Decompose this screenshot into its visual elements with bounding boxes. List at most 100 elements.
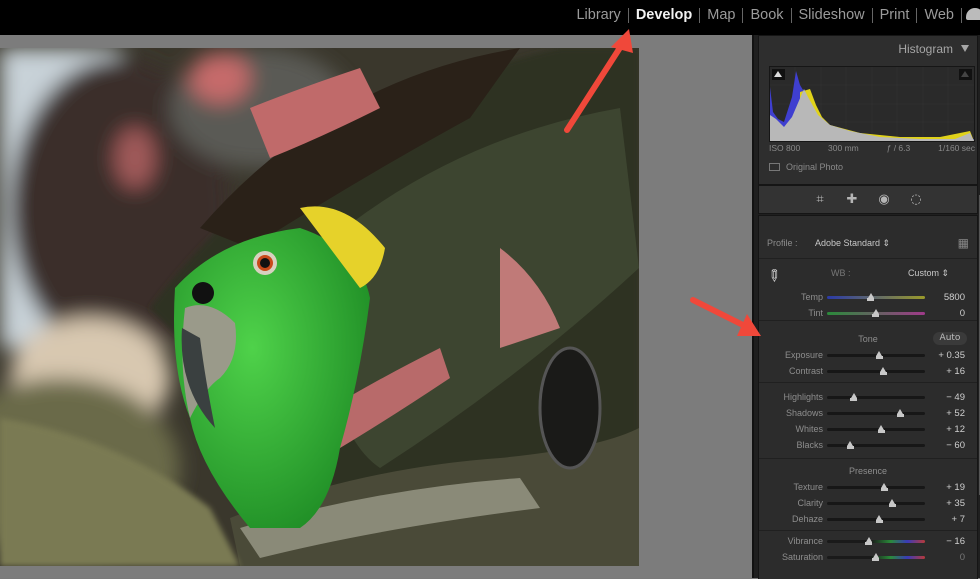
tool-strip: ⌗ ✚ ◉ ◌ [758,185,978,214]
blacks-value[interactable]: − 60 [946,440,965,451]
healing-icon[interactable]: ✚ [843,191,861,209]
highlights-value[interactable]: − 49 [946,392,965,403]
divider [759,320,977,321]
original-photo-label: Original Photo [786,162,844,172]
separator [961,7,962,23]
tint-slider[interactable] [827,309,925,317]
shadows-label: Shadows [785,408,823,418]
saturation-label: Saturation [781,552,823,562]
blacks-label: Blacks [796,440,823,450]
highlights-label: Highlights [783,392,823,402]
dehaze-slider[interactable] [827,515,925,523]
saturation-value[interactable]: 0 [960,552,965,563]
temp-value[interactable]: 5800 [944,292,965,303]
whites-label: Whites [795,424,823,434]
texture-slider-thumb[interactable] [880,483,888,491]
collapse-triangle-icon[interactable] [961,45,969,52]
whites-slider-thumb[interactable] [877,425,885,433]
texture-slider[interactable] [827,483,925,491]
wb-label: WB : [831,268,851,278]
texture-label: Texture [793,482,823,492]
vibrance-label: Vibrance [787,536,823,546]
tint-slider-thumb[interactable] [872,309,879,317]
profile-label: Profile : [767,238,798,248]
vibrance-slider[interactable] [827,537,925,545]
contrast-value[interactable]: + 16 [946,366,965,377]
module-web[interactable]: Web [917,7,961,23]
exif-info: ISO 800 300 mm ƒ / 6.3 1/160 sec [769,143,975,153]
saturation-slider[interactable] [827,553,925,561]
iso-value: ISO 800 [769,143,801,153]
blacks-slider[interactable] [827,441,925,449]
tint-value[interactable]: 0 [960,308,965,319]
module-map[interactable]: Map [700,7,742,23]
checkbox-icon[interactable] [769,163,780,171]
vibrance-slider-thumb[interactable] [865,537,873,545]
module-print[interactable]: Print [873,7,917,23]
highlight-clipping-icon[interactable] [959,69,972,80]
clarity-value[interactable]: + 35 [946,498,965,509]
crop-icon[interactable]: ⌗ [811,191,829,209]
shadows-slider-thumb[interactable] [896,409,904,417]
highlights-slider[interactable] [827,393,925,401]
whites-slider[interactable] [827,425,925,433]
focal-length: 300 mm [828,143,859,153]
texture-value[interactable]: + 19 [946,482,965,493]
module-picker-bar: Library Develop Map Book Slideshow Print… [0,0,980,35]
clarity-slider[interactable] [827,499,925,507]
whites-value[interactable]: + 12 [946,424,965,435]
shadow-clipping-icon[interactable] [772,69,785,80]
clarity-label: Clarity [797,498,823,508]
wb-select[interactable]: Custom ⇕ [908,268,949,279]
dehaze-slider-thumb[interactable] [875,515,883,523]
dehaze-label: Dehaze [791,514,823,524]
divider [759,382,977,383]
saturation-slider-thumb[interactable] [872,553,879,561]
blacks-slider-thumb[interactable] [846,441,854,449]
develop-right-panel: Histogram ISO 800 300 mm ƒ / 6.3 1/160 s… [752,35,980,579]
module-develop[interactable]: Develop [629,7,699,23]
highlights-slider-thumb[interactable] [850,393,858,401]
photo-graphic [0,48,639,566]
divider [759,258,977,259]
module-library[interactable]: Library [569,7,627,23]
histogram-panel: Histogram ISO 800 300 mm ƒ / 6.3 1/160 s… [758,35,978,185]
parrot-photo[interactable] [0,48,639,566]
masking-icon[interactable]: ◌ [907,191,925,209]
cloud-icon[interactable] [966,8,980,20]
basic-panel: Profile : Adobe Standard ⇕ ▦ ✎ WB : Cust… [758,215,978,579]
contrast-label: Contrast [788,366,823,376]
exposure-slider[interactable] [827,351,925,359]
dehaze-value[interactable]: + 7 [952,514,965,525]
section-presence: Presence [848,466,888,476]
exposure-slider-thumb[interactable] [875,351,883,359]
module-list: Library Develop Map Book Slideshow Print… [569,7,962,23]
exposure-value[interactable]: + 0.35 [938,350,965,361]
temp-slider-thumb[interactable] [867,293,875,301]
profile-select[interactable]: Adobe Standard ⇕ [815,238,890,249]
profile-browser-grid-icon[interactable]: ▦ [958,236,969,250]
divider [759,530,977,531]
histogram-title[interactable]: Histogram [898,42,953,56]
image-canvas [0,35,752,578]
histogram-graph[interactable] [769,66,975,142]
exposure-label: Exposure [784,350,823,360]
wb-eyedropper-icon[interactable]: ✎ [762,264,786,288]
shadows-value[interactable]: + 52 [946,408,965,419]
shadows-slider[interactable] [827,409,925,417]
redeye-icon[interactable]: ◉ [875,191,893,209]
temp-slider[interactable] [827,293,925,301]
auto-button[interactable]: Auto [933,332,967,345]
shutter-speed: 1/160 sec [938,143,975,153]
divider [759,458,977,459]
tint-label: Tint [808,308,823,318]
contrast-slider-thumb[interactable] [879,367,887,375]
clarity-slider-thumb[interactable] [888,499,896,507]
temp-label: Temp [800,292,823,302]
histogram-svg [770,67,974,141]
module-book[interactable]: Book [743,7,790,23]
module-slideshow[interactable]: Slideshow [792,7,872,23]
vibrance-value[interactable]: − 16 [946,536,965,547]
original-photo-toggle[interactable]: Original Photo [769,162,843,172]
contrast-slider[interactable] [827,367,925,375]
